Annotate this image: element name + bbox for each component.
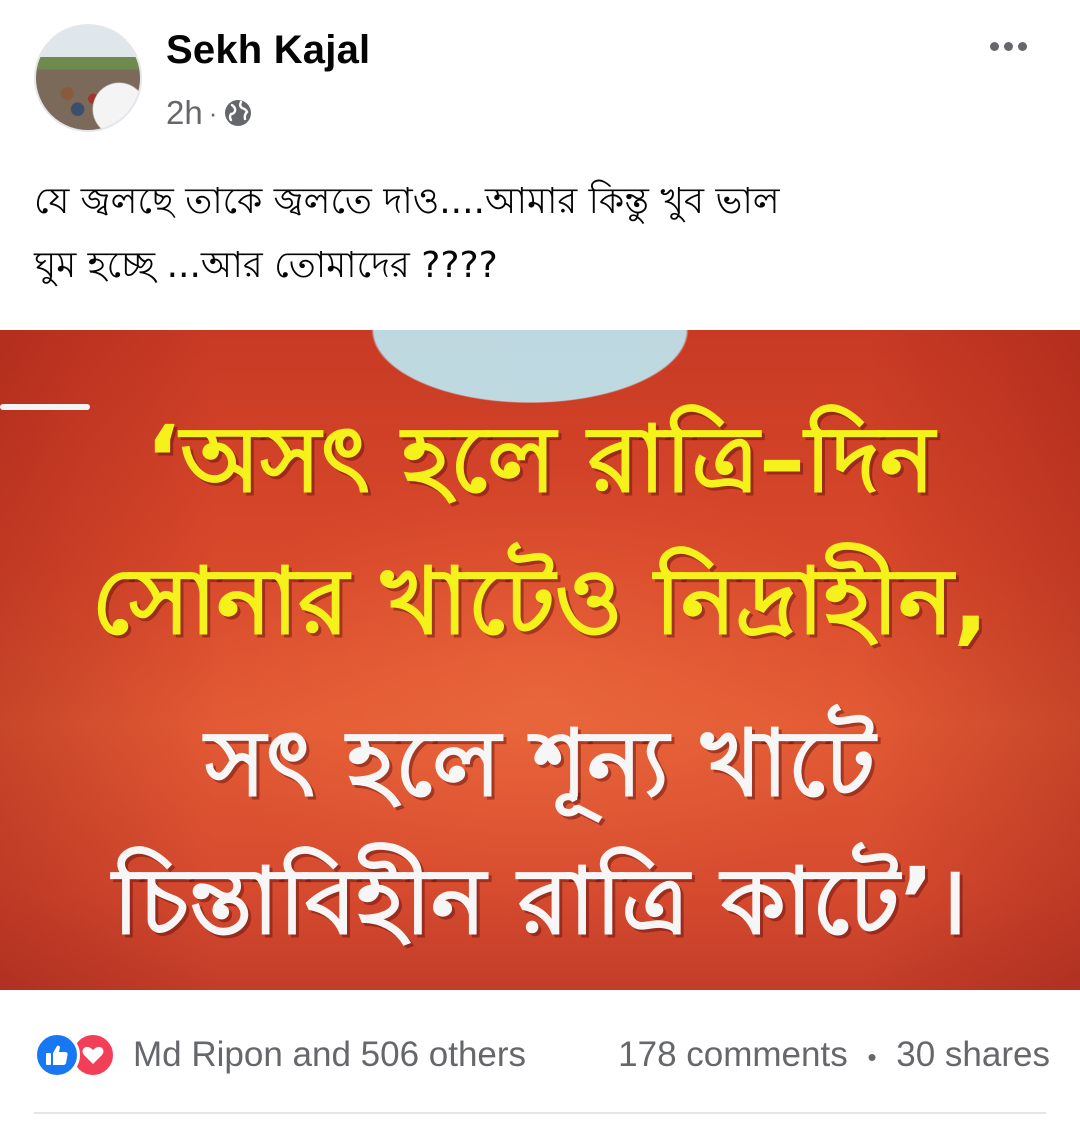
post-meta: 2h · [166,93,253,133]
reaction-icons[interactable] [34,1032,126,1078]
poster-line-1: ‘অসৎ হলে রাত্রি–দিন [145,406,935,513]
post-text-line-2: ঘুম হচ্ছে ...আর তোমাদের ???? [34,245,498,286]
comments-count[interactable]: 178 comments [618,1035,848,1074]
counts-separator: • [867,1041,877,1072]
post-time[interactable]: 2h [166,94,203,132]
globe-icon[interactable] [223,98,253,128]
author-avatar[interactable] [34,24,142,132]
post-header: Sekh Kajal 2h · [0,0,1080,150]
post-text-line-1: যে জ্বলছে তাকে জ্বলতে দাও....আমার কিন্তু… [34,181,780,222]
more-horizontal-icon[interactable] [980,30,1036,62]
post-message: যে জ্বলছে তাকে জ্বলতে দাও....আমার কিন্তু… [34,170,1044,298]
post-image[interactable]: ‘অসৎ হলে রাত্রি–দিন সোনার খাটেও নিদ্রাহী… [0,330,1080,990]
like-icon [34,1032,80,1078]
poster-line-2: সোনার খাটেও নিদ্রাহীন, [91,548,989,655]
poster-line-4: চিন্তাবিহীন রাত্রি কাটে’। [112,848,968,955]
engagement-counts: 178 comments • 30 shares [618,1032,1050,1080]
shares-count[interactable]: 30 shares [896,1035,1050,1074]
meta-separator: · [208,97,218,128]
engagement-bar: Md Ripon and 506 others 178 comments • 3… [0,1024,1080,1084]
reactors-text[interactable]: Md Ripon and 506 others [133,1032,526,1078]
poster-line-3: সৎ হলে শূন্য খাটে [204,710,876,817]
footer-divider [34,1112,1046,1114]
author-name[interactable]: Sekh Kajal [166,28,370,73]
